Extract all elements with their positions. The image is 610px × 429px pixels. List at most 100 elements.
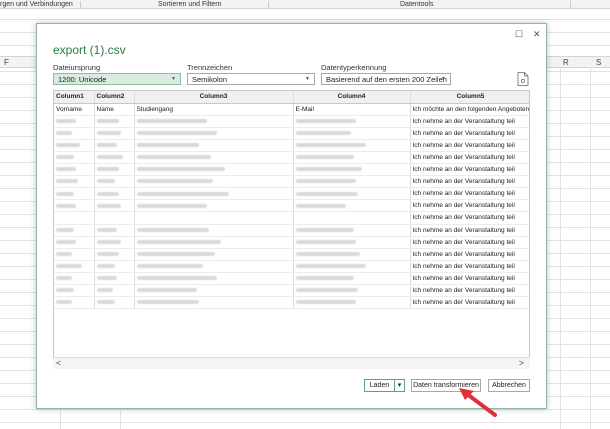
table-cell <box>134 115 294 128</box>
table-cell <box>293 236 411 249</box>
redacted-text <box>136 179 213 184</box>
table-cell <box>293 296 411 310</box>
table-cell <box>293 127 411 140</box>
excel-ribbon-group-bar: rgen und Verbindungen Sortieren und Filt… <box>0 0 610 9</box>
table-cell <box>134 163 294 177</box>
table-cell <box>94 115 135 128</box>
redacted-text <box>96 179 115 184</box>
table-cell: Ich nehme an der Veranstaltung teil <box>410 187 529 201</box>
annotation-arrow-icon <box>459 388 497 417</box>
delimiter-select[interactable]: Semikolon ▼ <box>187 73 315 85</box>
table-cell <box>134 139 294 152</box>
table-cell <box>94 224 135 237</box>
redacted-text <box>56 119 76 124</box>
chevron-down-icon: ▼ <box>441 76 446 82</box>
table-cell <box>293 272 411 286</box>
dialog-title: export (1).csv <box>53 43 126 57</box>
redacted-text <box>136 300 199 305</box>
chevron-down-icon: ▼ <box>305 76 310 82</box>
column-header-s[interactable]: S <box>596 58 601 67</box>
column-header: Column2 <box>94 91 135 104</box>
grid-line <box>590 68 591 429</box>
table-cell: Studiengang <box>134 103 294 116</box>
table-cell <box>54 224 95 237</box>
table-cell <box>94 296 135 310</box>
redacted-text <box>56 252 72 257</box>
table-cell <box>293 187 411 201</box>
redacted-text <box>295 155 354 160</box>
redacted-text <box>295 264 366 269</box>
column-header: Column5 <box>410 91 529 104</box>
file-settings-icon[interactable] <box>517 72 529 86</box>
table-row: Ich nehme an der Veranstaltung teil <box>54 211 529 225</box>
redacted-text <box>56 288 74 293</box>
file-origin-value: 1200: Unicode <box>58 75 107 84</box>
table-cell <box>134 211 294 225</box>
redacted-text <box>295 167 362 172</box>
load-dropdown-button[interactable]: ▾ <box>394 379 405 392</box>
redacted-text <box>96 300 115 305</box>
type-detection-value: Basierend auf den ersten 200 Zeilen <box>326 75 447 84</box>
horizontal-scrollbar[interactable]: < > <box>53 357 530 369</box>
preview-table-body: Column1 Column2 Column3 Column4 Column5 … <box>54 91 529 310</box>
redacted-text <box>96 264 115 269</box>
redacted-text <box>295 227 354 232</box>
close-icon[interactable]: ✕ <box>533 29 541 40</box>
table-cell: Ich nehme an der Veranstaltung teil <box>410 115 529 128</box>
scroll-left-icon[interactable]: < <box>56 358 61 368</box>
table-cell: Ich nehme an der Veranstaltung teil <box>410 284 529 298</box>
redacted-text <box>56 191 74 196</box>
redacted-text <box>295 131 351 136</box>
scroll-right-icon[interactable]: > <box>519 358 524 368</box>
table-row: Ich nehme an der Veranstaltung teil <box>54 284 529 298</box>
table-cell <box>94 151 135 165</box>
load-button[interactable]: Laden <box>364 379 395 392</box>
table-cell <box>134 248 294 261</box>
redacted-text <box>136 167 225 172</box>
redacted-text <box>136 276 217 281</box>
table-cell <box>54 151 95 165</box>
redacted-text <box>136 143 199 148</box>
redacted-text <box>96 191 119 196</box>
table-cell: Ich nehme an der Veranstaltung teil <box>410 199 529 213</box>
csv-import-dialog: ☐ ✕ export (1).csv Dateiursprung 1200: U… <box>36 23 547 409</box>
table-row: Ich nehme an der Veranstaltung teil <box>54 115 529 128</box>
table-cell: Ich nehme an der Veranstaltung teil <box>410 236 529 249</box>
redacted-text <box>96 239 121 244</box>
redacted-text <box>295 143 366 148</box>
table-cell <box>94 260 135 273</box>
redacted-text <box>295 179 356 184</box>
maximize-icon[interactable]: ☐ <box>515 29 523 40</box>
redacted-text <box>96 203 121 208</box>
table-cell <box>293 211 411 225</box>
table-cell <box>94 199 135 213</box>
table-cell <box>54 296 95 310</box>
table-cell <box>54 199 95 213</box>
ribbon-group-queries: rgen und Verbindungen <box>0 1 73 8</box>
redacted-text <box>136 191 229 196</box>
redacted-text <box>56 167 76 172</box>
redacted-text <box>56 155 74 160</box>
table-cell <box>54 139 95 152</box>
table-cell: Name <box>94 103 135 116</box>
type-detection-select[interactable]: Basierend auf den ersten 200 Zeilen ▼ <box>321 73 451 85</box>
redacted-text <box>136 119 207 124</box>
column-header: Column4 <box>293 91 411 104</box>
table-cell: Ich nehme an der Veranstaltung teil <box>410 272 529 286</box>
table-cell: Ich nehme an der Veranstaltung teil <box>410 248 529 261</box>
ribbon-separator <box>570 1 571 8</box>
column-header-f[interactable]: F <box>4 58 9 67</box>
table-cell <box>54 211 95 225</box>
table-cell <box>134 224 294 237</box>
file-origin-select[interactable]: 1200: Unicode ▼ <box>53 73 181 85</box>
preview-table[interactable]: Column1 Column2 Column3 Column4 Column5 … <box>53 90 530 369</box>
redacted-text <box>136 203 207 208</box>
column-header-r[interactable]: R <box>563 58 569 67</box>
table-cell <box>134 296 294 310</box>
redacted-text <box>136 252 215 257</box>
table-row: Vorname Name Studiengang E-Mail Ich möch… <box>54 103 529 116</box>
redacted-text <box>96 143 117 148</box>
table-cell: Ich nehme an der Veranstaltung teil <box>410 175 529 189</box>
grid-line <box>560 68 561 429</box>
table-row: Ich nehme an der Veranstaltung teil <box>54 224 529 237</box>
